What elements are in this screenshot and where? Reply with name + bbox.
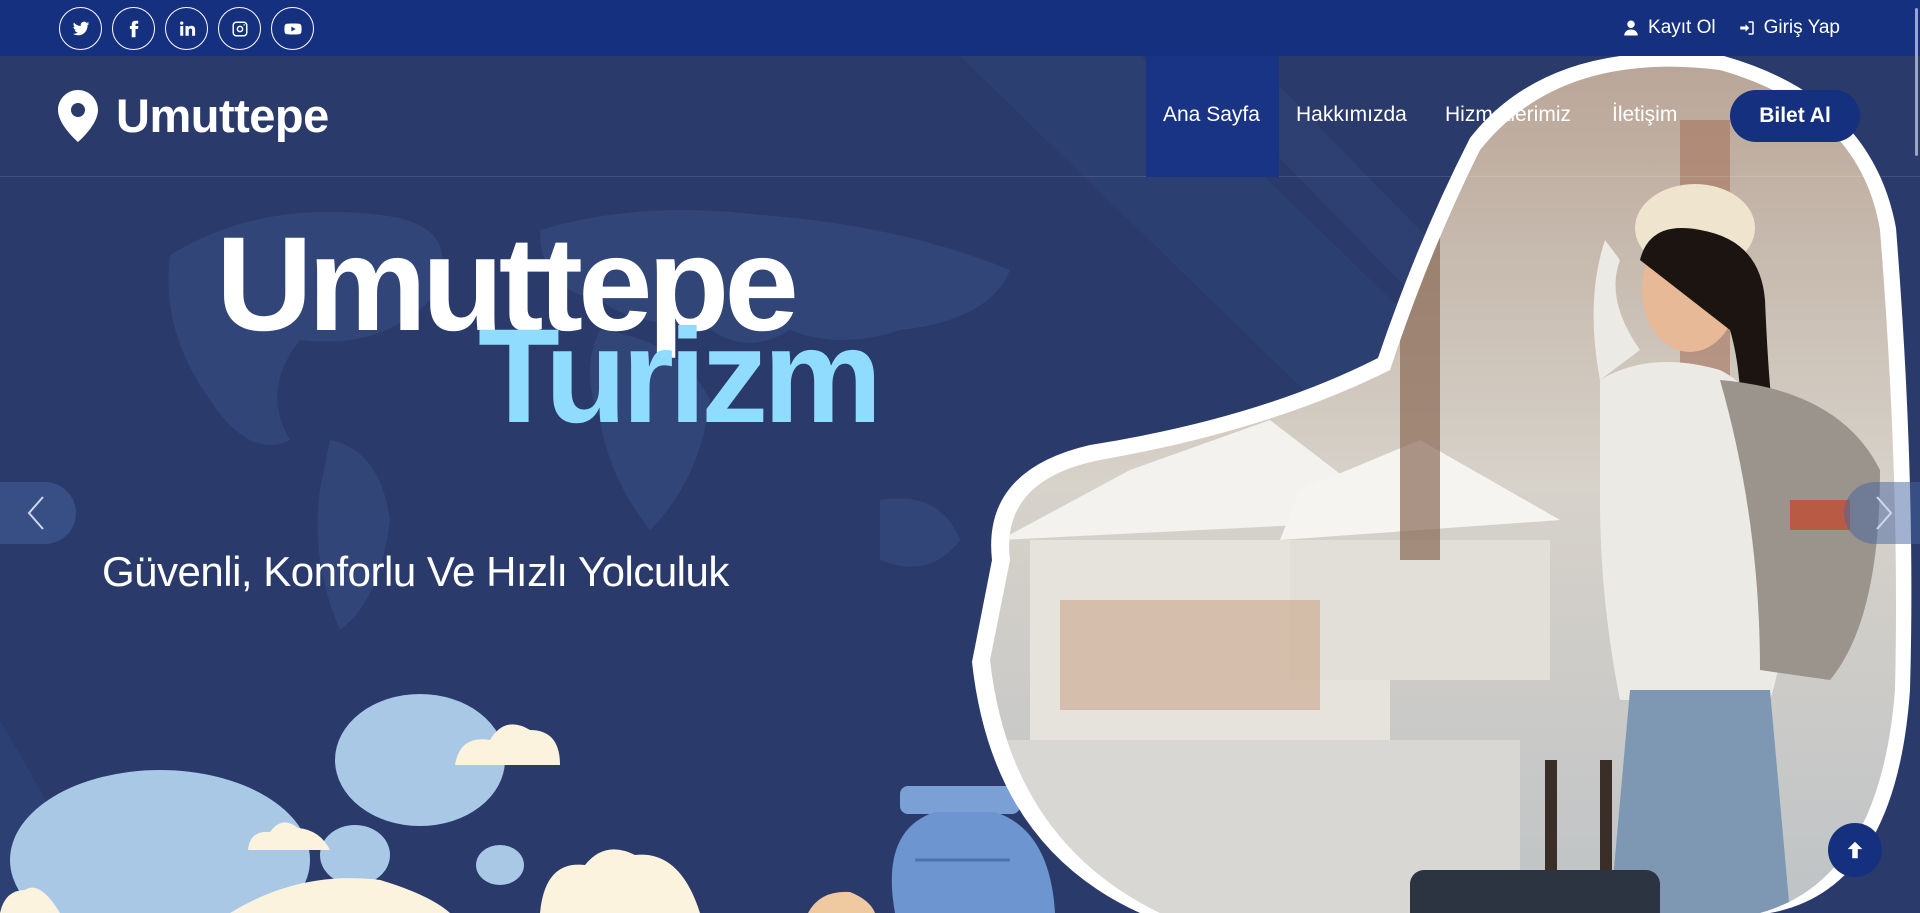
top-bar: Kayıt Ol Giriş Yap (0, 0, 1920, 56)
login-link[interactable]: Giriş Yap (1738, 17, 1840, 39)
hero-section (0, 56, 1920, 913)
linkedin-link[interactable] (165, 7, 208, 50)
nav-item-ana-sayfa[interactable]: Ana Sayfa (1163, 103, 1260, 127)
facebook-link[interactable] (112, 7, 155, 50)
register-link[interactable]: Kayıt Ol (1622, 17, 1716, 39)
social-links (59, 7, 314, 50)
nav-item-iletisim[interactable]: İletişim (1612, 103, 1677, 127)
sign-in-icon (1739, 21, 1754, 35)
page-scrollbar[interactable] (1914, 0, 1920, 913)
buy-ticket-button[interactable]: Bilet Al (1730, 90, 1860, 142)
user-icon (1624, 20, 1638, 36)
hero-title-line2: Turizm (478, 302, 882, 451)
twitter-link[interactable] (59, 7, 102, 50)
brand-logo[interactable]: Umuttepe (58, 88, 329, 143)
facebook-icon (129, 20, 138, 37)
map-pin-icon (58, 89, 98, 142)
auth-links: Kayıt Ol Giriş Yap (1622, 17, 1840, 39)
hero-traveler-photo (972, 56, 1912, 913)
scrollbar-thumb[interactable] (1915, 8, 1918, 156)
login-label: Giriş Yap (1763, 17, 1840, 38)
register-label: Kayıt Ol (1648, 17, 1716, 38)
scroll-to-top-button[interactable] (1828, 823, 1882, 877)
twitter-icon (72, 21, 89, 35)
arrow-up-icon (1847, 841, 1863, 859)
hero-subtitle: Güvenli, Konforlu Ve Hızlı Yolculuk (102, 548, 729, 595)
linkedin-icon (179, 21, 195, 36)
instagram-link[interactable] (218, 7, 261, 50)
slider-prev-button[interactable] (0, 482, 76, 544)
instagram-icon (232, 21, 247, 36)
brand-name: Umuttepe (116, 89, 329, 142)
youtube-icon (283, 22, 302, 35)
chevron-right-icon (1876, 496, 1893, 530)
nav-item-hizmetlerimiz[interactable]: Hizmetlerimiz (1445, 103, 1571, 127)
nav-item-hakkimizda[interactable]: Hakkımızda (1296, 103, 1407, 127)
slider-next-button[interactable] (1844, 482, 1920, 544)
youtube-link[interactable] (271, 7, 314, 50)
chevron-left-icon (27, 496, 44, 530)
